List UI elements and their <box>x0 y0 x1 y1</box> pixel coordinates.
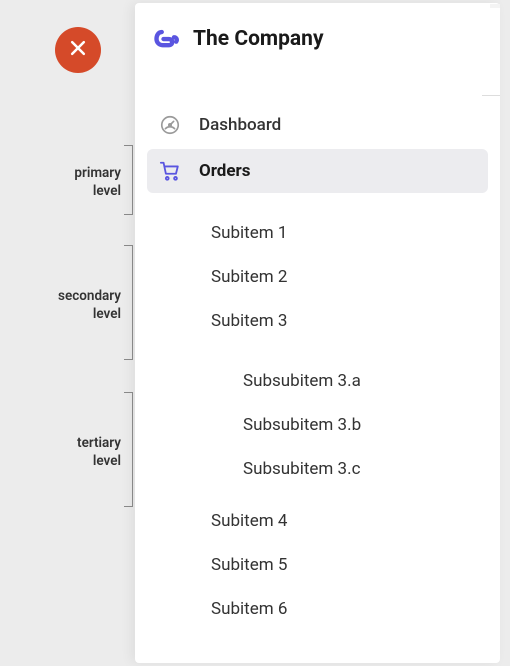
sidebar: The Company Dashboard <box>135 3 500 663</box>
gauge-icon <box>159 114 181 136</box>
close-icon <box>68 38 88 62</box>
close-button[interactable] <box>55 27 101 73</box>
sidebar-menu: Dashboard Orders Subitem 1 Subitem 2 Sub… <box>135 63 500 631</box>
sidebar-subitem[interactable]: Subitem 4 <box>211 499 488 543</box>
sidebar-subitem[interactable]: Subitem 3 <box>211 299 488 343</box>
annotation-secondary-label: secondary level <box>58 288 121 323</box>
company-title: The Company <box>193 27 324 51</box>
sidebar-subsubitems: Subsubitem 3.a Subsubitem 3.b Subsubitem… <box>211 343 488 499</box>
sidebar-item-label: Orders <box>199 161 251 181</box>
sidebar-item-label: Dashboard <box>199 115 281 135</box>
top-corner-accent <box>490 4 500 8</box>
company-logo-icon <box>153 25 181 53</box>
sidebar-item-dashboard[interactable]: Dashboard <box>147 103 488 147</box>
annotation-tertiary-bracket <box>124 392 133 507</box>
sidebar-subitems: Subitem 1 Subitem 2 Subitem 3 Subsubitem… <box>147 195 488 631</box>
sidebar-subitem[interactable]: Subitem 6 <box>211 587 488 631</box>
cart-icon <box>159 160 181 182</box>
sidebar-subitem[interactable]: Subitem 2 <box>211 255 488 299</box>
annotation-tertiary-label: tertiary level <box>77 435 121 470</box>
sidebar-subsubitem[interactable]: Subsubitem 3.b <box>243 403 488 447</box>
header-divider <box>482 95 500 96</box>
sidebar-subsubitem[interactable]: Subsubitem 3.a <box>243 359 488 403</box>
sidebar-header: The Company <box>135 3 500 63</box>
annotation-panel: primary level secondary level tertiary l… <box>0 0 135 666</box>
annotation-secondary-bracket <box>124 245 133 360</box>
sidebar-subsubitem[interactable]: Subsubitem 3.c <box>243 447 488 491</box>
annotation-primary-bracket <box>124 145 133 215</box>
sidebar-subitem[interactable]: Subitem 5 <box>211 543 488 587</box>
annotation-primary-label: primary level <box>74 165 121 200</box>
sidebar-subitem[interactable]: Subitem 1 <box>211 211 488 255</box>
sidebar-item-orders[interactable]: Orders <box>147 149 488 193</box>
